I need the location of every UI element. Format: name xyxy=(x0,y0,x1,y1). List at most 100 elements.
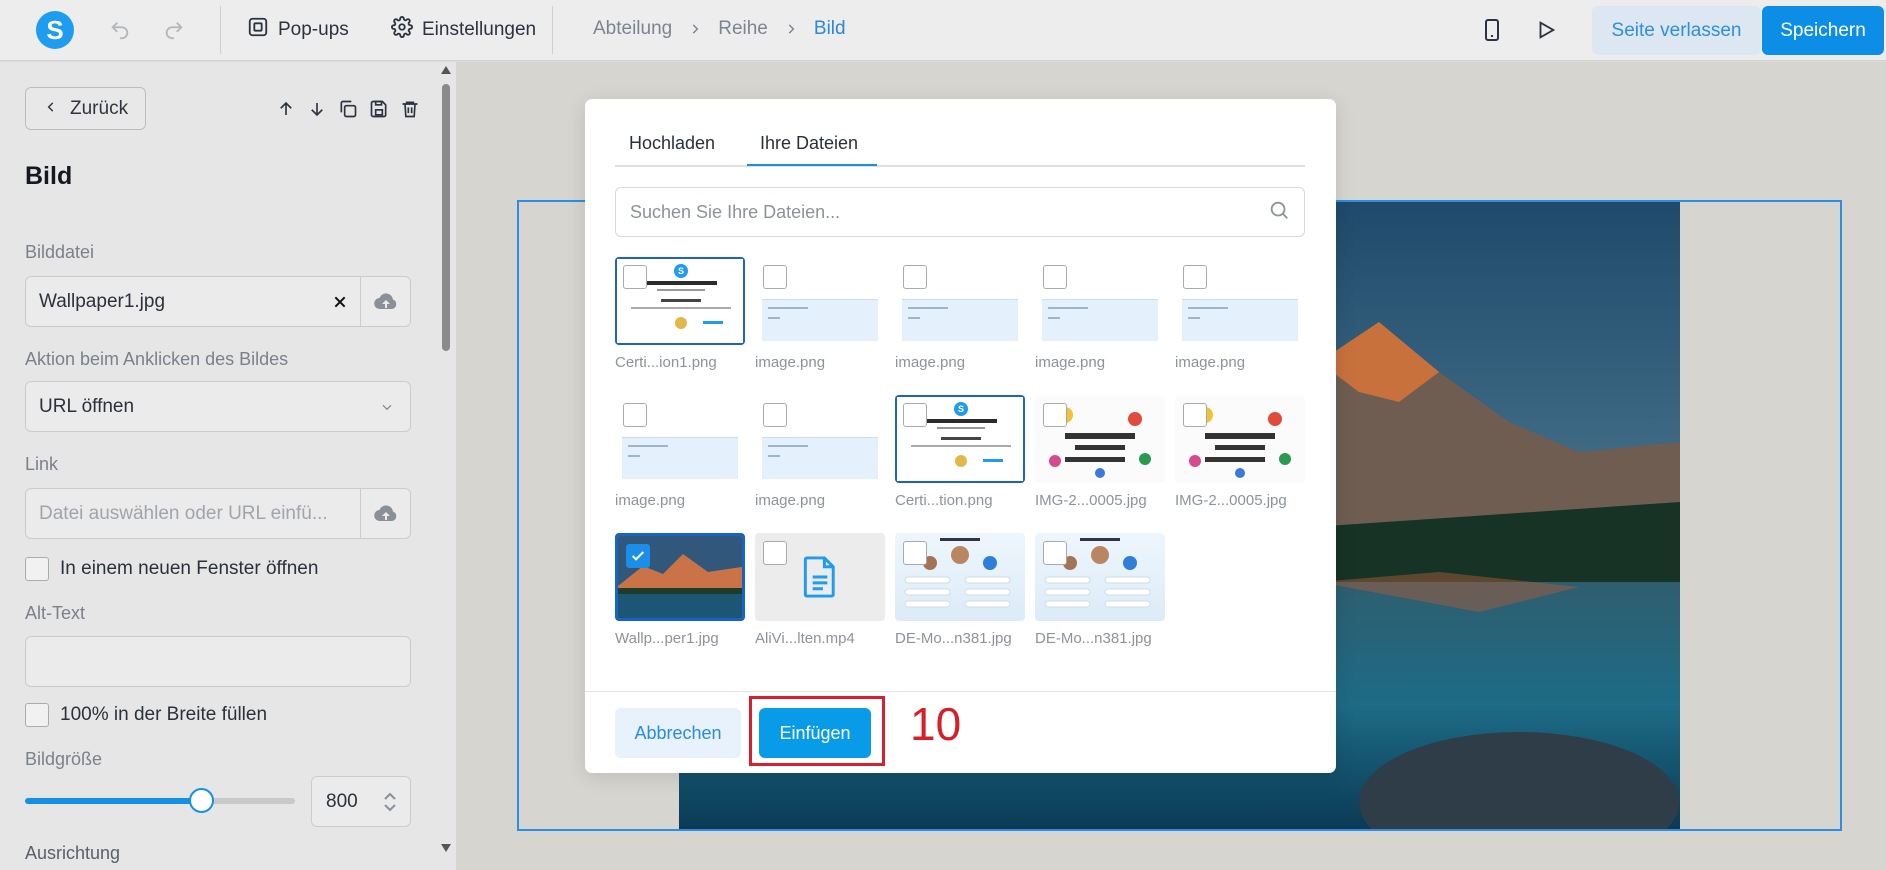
file-thumbnail[interactable]: S xyxy=(895,395,1025,483)
file-name: DE-Mo...n381.jpg xyxy=(1035,630,1152,647)
save-block-icon[interactable] xyxy=(366,96,391,121)
mobile-preview-icon[interactable] xyxy=(1476,14,1508,46)
file-checkbox[interactable] xyxy=(903,265,927,289)
file-checkbox[interactable] xyxy=(1043,541,1067,565)
cloud-upload-icon[interactable] xyxy=(360,489,410,538)
settings-sidebar: Zurück Bild Bilddatei Wallpaper1.jpg Akt… xyxy=(0,62,456,870)
link-field[interactable]: Datei auswählen oder URL einfü... xyxy=(25,488,411,539)
full-width-checkbox[interactable] xyxy=(25,703,49,727)
breadcrumb-item-image[interactable]: Bild xyxy=(814,18,846,40)
file-thumbnail[interactable] xyxy=(1175,257,1305,345)
file-name: image.png xyxy=(895,354,966,371)
search-icon[interactable] xyxy=(1268,199,1290,226)
file-thumbnail[interactable] xyxy=(755,395,885,483)
breadcrumb-item-row[interactable]: Reihe xyxy=(718,18,768,40)
file-thumbnail[interactable] xyxy=(755,257,885,345)
file-item[interactable]: DE-Mo...n381.jpg xyxy=(895,533,1025,647)
file-checkbox[interactable] xyxy=(1043,265,1067,289)
file-item[interactable]: IMG-2...0005.jpg xyxy=(1175,395,1305,509)
dialog-footer-divider xyxy=(585,691,1336,692)
file-checkbox[interactable] xyxy=(623,403,647,427)
file-thumbnail[interactable] xyxy=(1035,395,1165,483)
tab-your-files[interactable]: Ihre Dateien xyxy=(760,133,858,154)
file-thumbnail[interactable] xyxy=(895,257,1025,345)
file-item[interactable]: image.png xyxy=(1175,257,1305,371)
file-item[interactable]: DE-Mo...n381.jpg xyxy=(1035,533,1165,647)
image-file-label: Bilddatei xyxy=(25,242,95,262)
scroll-down-arrow[interactable] xyxy=(441,844,451,852)
file-item[interactable]: S Certi...ion1.png xyxy=(615,257,745,371)
file-name: AliVi...lten.mp4 xyxy=(755,630,855,647)
document-preview xyxy=(1042,299,1158,341)
file-thumbnail[interactable]: S xyxy=(615,257,745,345)
cloud-upload-icon[interactable] xyxy=(360,277,410,326)
move-up-icon[interactable] xyxy=(273,96,298,121)
document-preview xyxy=(762,299,878,341)
play-preview-icon[interactable] xyxy=(1530,14,1562,46)
file-checkbox[interactable] xyxy=(1043,403,1067,427)
back-button[interactable]: Zurück xyxy=(25,87,146,130)
file-checkbox[interactable] xyxy=(623,265,647,289)
save-button[interactable]: Speichern xyxy=(1762,6,1884,55)
file-thumbnail[interactable] xyxy=(755,533,885,621)
file-thumbnail[interactable] xyxy=(1035,257,1165,345)
file-item[interactable]: image.png xyxy=(615,395,745,509)
chevron-right-icon xyxy=(784,22,798,36)
file-thumbnail[interactable] xyxy=(1175,395,1305,483)
file-thumbnail[interactable] xyxy=(615,533,745,621)
dialog-tabs: Hochladen Ihre Dateien xyxy=(615,129,1305,167)
file-name: image.png xyxy=(755,492,826,509)
image-size-input[interactable]: 800 xyxy=(311,776,411,827)
new-window-option[interactable]: In einem neuen Fenster öffnen xyxy=(25,557,318,581)
file-name: IMG-2...0005.jpg xyxy=(1035,492,1147,509)
leave-page-button[interactable]: Seite verlassen xyxy=(1592,6,1761,55)
file-item[interactable]: image.png xyxy=(895,257,1025,371)
sidebar-scrollbar[interactable] xyxy=(436,62,456,870)
tab-upload[interactable]: Hochladen xyxy=(629,133,715,154)
file-thumbnail[interactable] xyxy=(895,533,1025,621)
file-checkbox[interactable] xyxy=(1183,403,1207,427)
image-file-field[interactable]: Wallpaper1.jpg xyxy=(25,276,411,327)
file-item[interactable]: AliVi...lten.mp4 xyxy=(755,533,885,647)
document-preview xyxy=(1182,299,1298,341)
cancel-button[interactable]: Abbrechen xyxy=(615,708,741,758)
file-checkbox[interactable] xyxy=(763,265,787,289)
file-item[interactable]: image.png xyxy=(1035,257,1165,371)
file-thumbnail[interactable] xyxy=(1035,533,1165,621)
file-checkbox[interactable] xyxy=(763,403,787,427)
settings-button[interactable]: Einstellungen xyxy=(391,14,536,46)
file-checkbox[interactable] xyxy=(626,544,650,568)
full-width-option[interactable]: 100% in der Breite füllen xyxy=(25,703,267,727)
new-window-checkbox[interactable] xyxy=(25,557,49,581)
click-action-select[interactable]: URL öffnen xyxy=(25,381,411,432)
file-checkbox[interactable] xyxy=(903,403,927,427)
popups-button[interactable]: Pop-ups xyxy=(247,14,349,46)
file-item[interactable]: IMG-2...0005.jpg xyxy=(1035,395,1165,509)
duplicate-icon[interactable] xyxy=(335,96,360,121)
file-item[interactable]: image.png xyxy=(755,395,885,509)
file-search-input[interactable]: Suchen Sie Ihre Dateien... xyxy=(615,187,1305,237)
slider-handle[interactable] xyxy=(188,788,214,813)
clear-icon[interactable] xyxy=(320,294,360,310)
scroll-up-arrow[interactable] xyxy=(441,66,451,74)
file-item[interactable]: image.png xyxy=(755,257,885,371)
image-size-slider[interactable] xyxy=(25,788,295,813)
link-placeholder: Datei auswählen oder URL einfü... xyxy=(39,502,328,524)
file-item[interactable]: Wallp...per1.jpg xyxy=(615,533,745,647)
file-item[interactable]: S Certi...tion.png xyxy=(895,395,1025,509)
app-logo[interactable]: S xyxy=(36,11,74,49)
breadcrumb-item-section[interactable]: Abteilung xyxy=(593,18,672,40)
undo-icon[interactable] xyxy=(104,14,136,46)
toolbar-divider xyxy=(220,6,221,54)
alt-text-field[interactable] xyxy=(25,636,411,687)
file-checkbox[interactable] xyxy=(1183,265,1207,289)
scrollbar-thumb[interactable] xyxy=(442,84,450,351)
file-checkbox[interactable] xyxy=(763,541,787,565)
stepper-icon[interactable] xyxy=(370,791,410,813)
file-thumbnail[interactable] xyxy=(615,395,745,483)
move-down-icon[interactable] xyxy=(304,96,329,121)
redo-icon[interactable] xyxy=(158,14,190,46)
trash-icon[interactable] xyxy=(397,96,422,121)
file-checkbox[interactable] xyxy=(903,541,927,565)
search-placeholder: Suchen Sie Ihre Dateien... xyxy=(630,201,841,222)
